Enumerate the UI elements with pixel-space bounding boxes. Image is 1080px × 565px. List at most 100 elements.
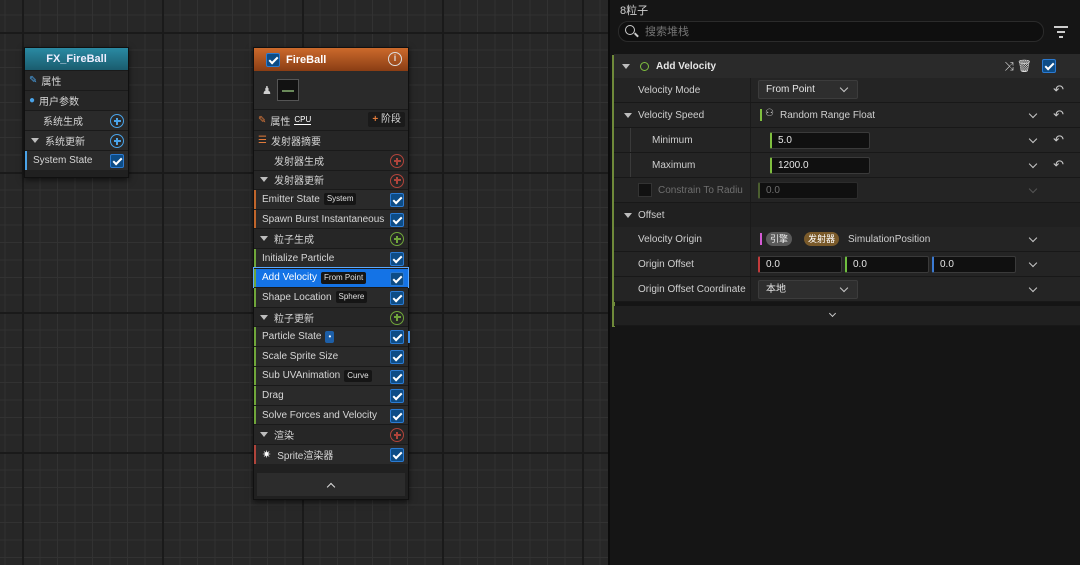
maximum-row[interactable]: Maximum 1200.0 ↶ xyxy=(614,153,1080,178)
offset-section-row[interactable]: Offset xyxy=(614,203,1080,228)
module-enable-checkbox[interactable] xyxy=(390,330,404,345)
emitter-module-row[interactable]: Solve Forces and Velocity xyxy=(254,404,408,425)
filter-icon[interactable] xyxy=(1054,26,1068,38)
system-row-user-params[interactable]: ● 用户参数 xyxy=(25,90,128,110)
caret-down-icon[interactable] xyxy=(622,63,630,69)
module-bar xyxy=(254,386,256,405)
chevron-down-icon[interactable] xyxy=(1028,283,1038,293)
reset-icon[interactable]: ↶ xyxy=(1053,157,1064,173)
caret-down-icon[interactable] xyxy=(260,432,268,438)
chevron-down-icon[interactable] xyxy=(828,309,837,318)
constrain-input[interactable]: 0.0 xyxy=(758,182,858,199)
graph-canvas[interactable]: FX_FireBall ✎ 属性 ● 用户参数 系统生成 系统更新 System… xyxy=(0,0,608,565)
emitter-module-row[interactable]: Drag xyxy=(254,385,408,405)
system-state-checkbox[interactable] xyxy=(110,154,124,168)
minimum-input[interactable]: 5.0 xyxy=(770,132,870,149)
reset-icon[interactable]: ↶ xyxy=(1053,107,1064,123)
origin-coord-row[interactable]: Origin Offset Coordinate 本地 xyxy=(614,277,1080,302)
add-system-update-icon[interactable] xyxy=(110,134,124,148)
caret-down-icon[interactable] xyxy=(260,177,268,183)
minimum-row[interactable]: Minimum 5.0 ↶ xyxy=(614,128,1080,153)
maximum-input[interactable]: 1200.0 xyxy=(770,157,870,174)
system-node-header[interactable]: FX_FireBall xyxy=(25,48,128,70)
emitter-node-header[interactable]: FireBall i xyxy=(254,48,408,71)
constrain-checkbox[interactable] xyxy=(638,183,652,197)
system-row-properties[interactable]: ✎ 属性 xyxy=(25,70,128,90)
emitter-properties-row[interactable]: ✎ 属性 CPU + 阶段 xyxy=(254,109,408,130)
system-row-update[interactable]: 系统更新 xyxy=(25,130,128,150)
emitter-section-row[interactable]: 渲染 xyxy=(254,424,408,444)
caret-down-icon[interactable] xyxy=(260,314,268,320)
module-enable-checkbox[interactable] xyxy=(390,369,404,384)
reset-icon[interactable]: ↶ xyxy=(1053,82,1064,98)
emitter-section-row[interactable]: 发射器更新 xyxy=(254,169,408,190)
module-enable-checkbox[interactable] xyxy=(390,193,404,208)
origin-offset-z-input[interactable]: 0.0 xyxy=(932,256,1016,273)
module-enable-checkbox[interactable] xyxy=(390,389,404,404)
collapse-button[interactable] xyxy=(257,473,405,496)
emitter-thumbnail[interactable] xyxy=(276,79,299,101)
emitter-row-label: 发射器更新 xyxy=(274,176,324,188)
module-enable-checkbox[interactable] xyxy=(390,251,404,266)
trash-icon[interactable]: 🗑 xyxy=(1017,59,1032,73)
emitter-enable-checkbox[interactable] xyxy=(266,52,280,67)
emitter-renderer-row[interactable]: ✷ Sprite渲染器 xyxy=(254,443,408,464)
module-enable-checkbox[interactable] xyxy=(390,408,404,423)
emitter-section-row[interactable]: 粒子更新 xyxy=(254,306,408,327)
emitter-module-row[interactable]: Particle State • xyxy=(254,326,410,346)
emitter-module-row[interactable]: Emitter State System xyxy=(254,189,408,209)
add-module-icon[interactable] xyxy=(390,310,404,325)
add-module-icon[interactable] xyxy=(390,154,404,168)
add-module-icon[interactable] xyxy=(390,232,404,247)
chevron-down-icon[interactable] xyxy=(1028,258,1038,268)
emitter-module-row[interactable]: Spawn Burst Instantaneous xyxy=(254,208,408,229)
emitter-row[interactable]: 发射器生成 xyxy=(254,150,408,170)
module-enable-checkbox[interactable] xyxy=(390,349,404,364)
velocity-speed-label: Velocity Speed xyxy=(638,109,705,121)
expand-more-row[interactable] xyxy=(614,306,1080,326)
shuffle-icon[interactable]: ⤨ xyxy=(1004,59,1014,74)
search-box[interactable] xyxy=(618,21,1044,42)
add-system-spawn-icon[interactable] xyxy=(110,114,124,128)
velocity-mode-dropdown[interactable]: From Point xyxy=(758,80,858,99)
search-input[interactable] xyxy=(645,24,1025,39)
system-node[interactable]: FX_FireBall ✎ 属性 ● 用户参数 系统生成 系统更新 System… xyxy=(24,47,129,178)
emitter-section-row[interactable]: 粒子生成 xyxy=(254,228,408,248)
constrain-row[interactable]: Constrain To Radiu 0.0 xyxy=(614,178,1080,203)
info-icon[interactable]: i xyxy=(388,52,402,66)
origin-offset-row[interactable]: Origin Offset 0.0 0.0 0.0 xyxy=(614,252,1080,277)
chevron-down-icon[interactable] xyxy=(1028,109,1038,119)
emitter-node[interactable]: FireBall i ♟ ✎ 属性 CPU + 阶段 ☰ 发射器摘要 发射器生成 发射… xyxy=(253,47,410,500)
velocity-mode-row[interactable]: Velocity Mode From Point ↶ xyxy=(614,78,1080,103)
velocity-origin-row[interactable]: Velocity Origin 引擎 发射器 SimulationPositio… xyxy=(614,227,1080,252)
add-module-icon[interactable] xyxy=(390,428,404,443)
origin-coord-dropdown[interactable]: 本地 xyxy=(758,280,858,299)
origin-offset-y-input[interactable]: 0.0 xyxy=(845,256,929,273)
emitter-module-row[interactable]: Initialize Particle xyxy=(254,247,408,268)
caret-down-icon[interactable] xyxy=(31,138,39,143)
emitter-module-row[interactable]: Sub UVAnimation Curve xyxy=(254,365,408,386)
module-enable-checkbox[interactable] xyxy=(390,212,404,227)
caret-down-icon[interactable] xyxy=(260,236,268,242)
system-row-state[interactable]: System State xyxy=(25,150,128,170)
module-enable-checkbox[interactable] xyxy=(390,447,404,462)
add-module-icon[interactable] xyxy=(390,173,404,188)
emitter-summary-row[interactable]: ☰ 发射器摘要 xyxy=(254,130,408,150)
module-enable-checkbox[interactable] xyxy=(390,271,404,286)
module-enable-checkbox[interactable] xyxy=(1042,59,1056,73)
chevron-down-icon[interactable] xyxy=(1028,134,1038,144)
reset-icon[interactable]: ↶ xyxy=(1053,132,1064,148)
chevron-down-icon[interactable] xyxy=(1028,159,1038,169)
chevron-down-icon[interactable] xyxy=(1028,233,1038,243)
module-header[interactable]: Add Velocity ⤨ 🗑 xyxy=(614,54,1080,79)
module-enable-checkbox[interactable] xyxy=(390,291,404,306)
caret-down-icon[interactable] xyxy=(624,112,632,118)
emitter-module-row[interactable]: Shape Location Sphere xyxy=(254,287,408,307)
emitter-module-row[interactable]: Scale Sprite Size xyxy=(254,345,408,366)
caret-down-icon[interactable] xyxy=(624,212,632,218)
emitter-module-row[interactable]: Add Velocity From Point xyxy=(253,266,409,289)
velocity-speed-row[interactable]: Velocity Speed ⚇ Random Range Float ↶ xyxy=(614,103,1080,128)
system-row-spawn[interactable]: 系统生成 xyxy=(25,110,128,130)
origin-offset-x-input[interactable]: 0.0 xyxy=(758,256,842,273)
add-stage-button[interactable]: + 阶段 xyxy=(368,112,405,127)
